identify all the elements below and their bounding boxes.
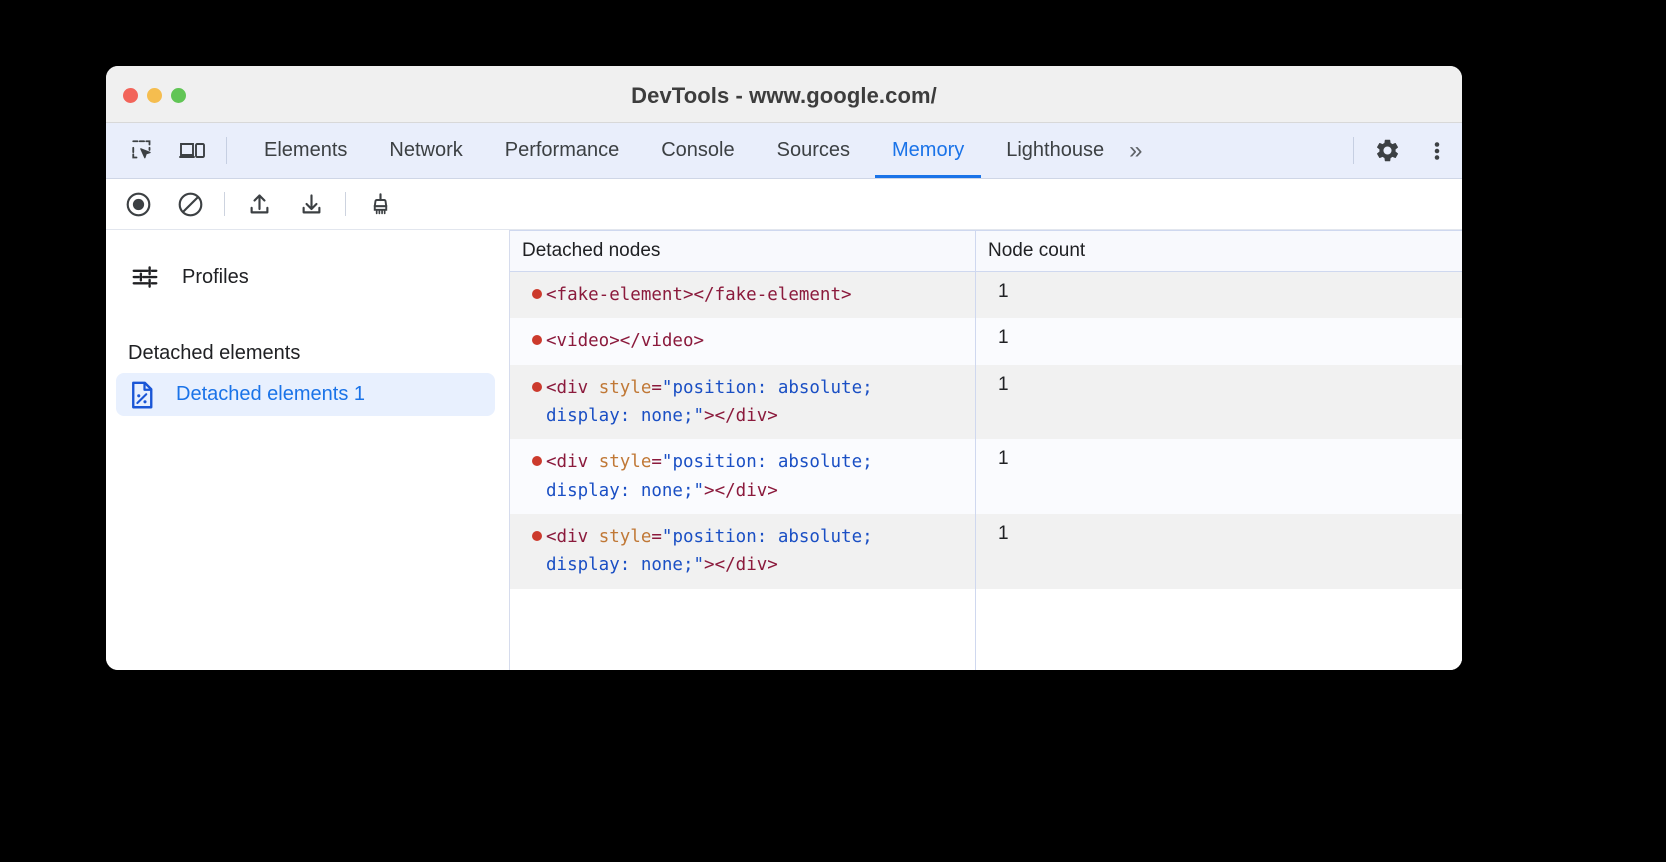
grid-rows: <fake-element></fake-element>1<video></v… <box>510 272 1462 670</box>
grid-empty-node-column <box>510 589 976 670</box>
node-count-cell: 1 <box>976 365 1462 440</box>
devtools-tab-strip: Elements Network Performance Console Sou… <box>106 123 1462 179</box>
node-count-cell: 1 <box>976 272 1462 318</box>
collect-garbage-button[interactable] <box>354 179 406 230</box>
node-markup-tag: <video></video> <box>546 331 704 351</box>
memory-sidebar: Profiles Detached elements Detached elem… <box>106 230 510 670</box>
tab-console[interactable]: Console <box>640 123 755 178</box>
detached-node-bullet-icon <box>532 382 542 392</box>
document-percent-icon <box>128 380 156 410</box>
node-markup-tag: ></div> <box>704 555 778 575</box>
inspect-element-icon[interactable] <box>118 123 168 178</box>
grid-empty-count-column <box>976 589 1462 670</box>
detached-node-cell[interactable]: <div style="position: absolute; display:… <box>510 365 976 440</box>
node-count-cell: 1 <box>976 318 1462 364</box>
profiles-label: Profiles <box>182 266 249 289</box>
memory-panel-body: Profiles Detached elements Detached elem… <box>106 230 1462 670</box>
node-count-cell: 1 <box>976 439 1462 514</box>
detached-node-cell[interactable]: <div style="position: absolute; display:… <box>510 514 976 589</box>
grid-empty-area <box>510 589 1462 670</box>
tab-network[interactable]: Network <box>368 123 483 178</box>
toolbar-divider-2 <box>345 192 346 216</box>
load-profile-button[interactable] <box>233 179 285 230</box>
clear-button[interactable] <box>164 179 216 230</box>
tab-strip-right-actions <box>1345 123 1462 178</box>
memory-action-toolbar <box>106 179 1462 230</box>
node-markup-tag: = <box>651 378 662 398</box>
sidebar-item-profiles[interactable]: Profiles <box>106 254 509 300</box>
table-row[interactable]: <div style="position: absolute; display:… <box>510 439 1462 514</box>
table-row[interactable]: <div style="position: absolute; display:… <box>510 365 1462 440</box>
detached-node-bullet-icon <box>532 335 542 345</box>
toolbar-divider-1 <box>224 192 225 216</box>
node-count-cell: 1 <box>976 514 1462 589</box>
more-tabs-chevron-icon[interactable]: » <box>1125 123 1154 178</box>
detached-node-bullet-icon <box>532 456 542 466</box>
node-markup-tag: ></div> <box>704 481 778 501</box>
detached-node-cell[interactable]: <div style="position: absolute; display:… <box>510 439 976 514</box>
detached-node-cell[interactable]: <video></video> <box>510 318 976 364</box>
panel-tabs: Elements Network Performance Console Sou… <box>243 123 1154 178</box>
grid-header-row: Detached nodes Node count <box>510 230 1462 272</box>
node-markup-tag: = <box>651 527 662 547</box>
table-row[interactable]: <video></video> 1 <box>510 318 1462 364</box>
node-markup-tag: <fake-element></fake-element> <box>546 285 852 305</box>
tab-sources[interactable]: Sources <box>756 123 871 178</box>
devtools-window: DevTools - www.google.com/ Elements Netw… <box>106 66 1462 670</box>
sliders-icon <box>130 262 160 292</box>
detached-node-bullet-icon <box>532 289 542 299</box>
title-bar: DevTools - www.google.com/ <box>106 66 1462 123</box>
node-markup-tag: <div <box>546 452 599 472</box>
node-markup-attr-name: style <box>599 452 652 472</box>
column-header-detached-nodes[interactable]: Detached nodes <box>510 231 976 271</box>
tab-lighthouse[interactable]: Lighthouse <box>985 123 1125 178</box>
detached-node-bullet-icon <box>532 531 542 541</box>
device-toolbar-icon[interactable] <box>168 123 218 178</box>
node-markup-tag: <div <box>546 527 599 547</box>
sidebar-section-detached-elements: Detached elements <box>106 342 509 365</box>
save-profile-button[interactable] <box>285 179 337 230</box>
node-markup-attr-name: style <box>599 527 652 547</box>
table-row[interactable]: <div style="position: absolute; display:… <box>510 514 1462 589</box>
toolbar-divider <box>226 137 227 164</box>
tab-performance[interactable]: Performance <box>484 123 641 178</box>
node-markup-tag: <div <box>546 378 599 398</box>
table-row[interactable]: <fake-element></fake-element> 1 <box>510 272 1462 318</box>
record-button[interactable] <box>112 179 164 230</box>
gear-icon[interactable] <box>1362 123 1412 178</box>
detached-nodes-grid: Detached nodes Node count <fake-element>… <box>510 230 1462 670</box>
kebab-menu-icon[interactable] <box>1412 123 1462 178</box>
node-markup-attr-name: style <box>599 378 652 398</box>
sidebar-item-label: Detached elements 1 <box>176 383 365 406</box>
node-markup-tag: = <box>651 452 662 472</box>
tab-memory[interactable]: Memory <box>871 123 985 178</box>
right-actions-divider <box>1353 137 1354 164</box>
column-header-node-count[interactable]: Node count <box>976 231 1462 271</box>
sidebar-item-detached-elements-1[interactable]: Detached elements 1 <box>116 373 495 416</box>
tab-elements[interactable]: Elements <box>243 123 368 178</box>
window-title: DevTools - www.google.com/ <box>106 83 1462 109</box>
detached-node-cell[interactable]: <fake-element></fake-element> <box>510 272 976 318</box>
node-markup-tag: ></div> <box>704 406 778 426</box>
